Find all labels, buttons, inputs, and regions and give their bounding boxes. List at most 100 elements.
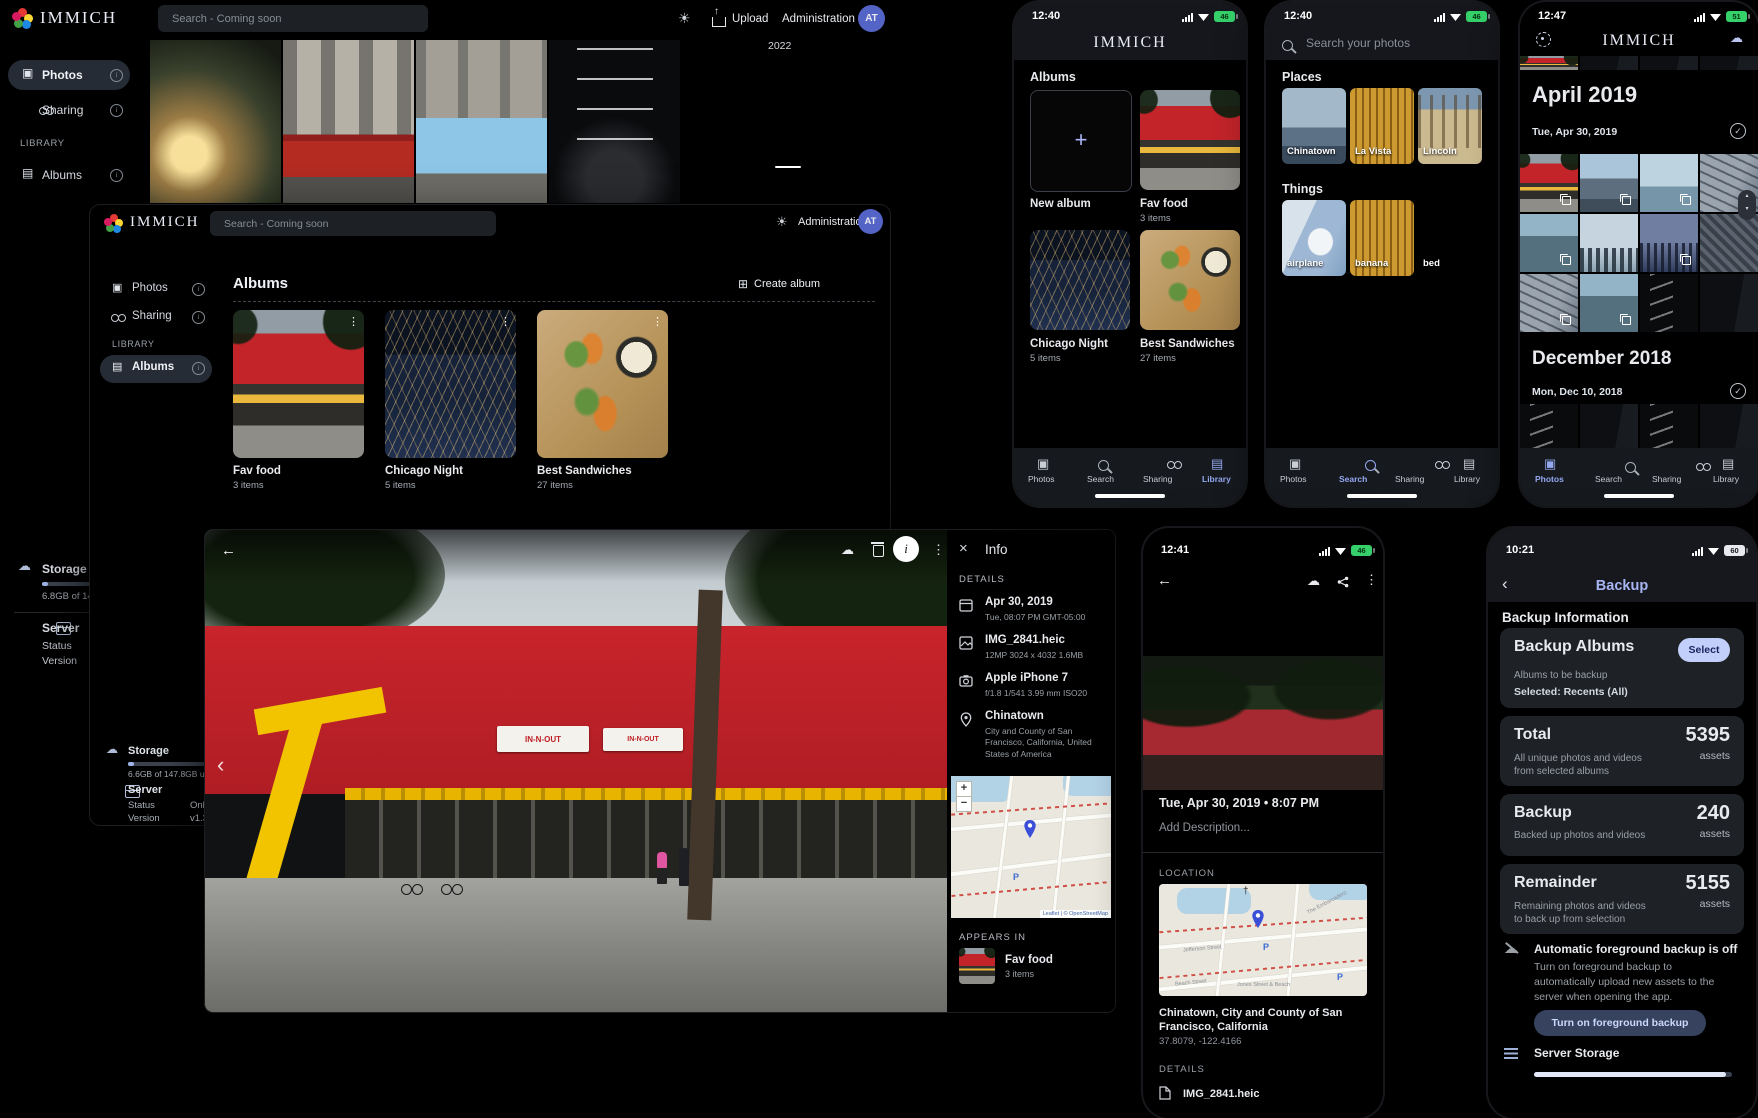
info-map[interactable]: P + − Leaflet | © OpenStreetMap <box>951 776 1111 918</box>
previous-asset-chevron[interactable]: ‹ <box>217 752 224 778</box>
album-card[interactable] <box>537 310 668 458</box>
sidebar-sharing-label[interactable]: Sharing <box>42 103 83 117</box>
album-name[interactable]: Best Sandwiches <box>1140 338 1235 350</box>
map-zoom-out-button[interactable]: − <box>956 796 972 812</box>
thing-thumbnail[interactable]: airplane <box>1282 200 1346 276</box>
photo-tile[interactable] <box>1700 214 1758 272</box>
album-name[interactable]: Chicago Night <box>1030 338 1108 350</box>
album-name[interactable]: Best Sandwiches <box>537 465 632 477</box>
nav-search-label[interactable]: Search <box>1339 474 1367 484</box>
nav-photos-icon[interactable]: ▣ <box>1544 456 1556 472</box>
album-more-icon[interactable]: ⋮ <box>500 315 511 328</box>
share-icon[interactable] <box>1337 576 1349 588</box>
trash-icon[interactable] <box>873 545 884 557</box>
search-input[interactable]: Search your photos <box>1306 36 1410 50</box>
photo-thumbnail[interactable] <box>283 40 414 203</box>
photo-tile[interactable] <box>1580 274 1638 332</box>
theme-toggle-sun-icon[interactable]: ☀ <box>678 10 691 27</box>
info-circle-icon[interactable]: i <box>110 104 123 117</box>
nav-search-label[interactable]: Search <box>1595 474 1622 484</box>
upload-cloud-icon[interactable]: ☁ <box>841 542 854 558</box>
sidebar-albums-label[interactable]: Albums <box>42 168 82 182</box>
photo-tile[interactable] <box>1700 404 1758 450</box>
photo-tile[interactable] <box>1640 274 1698 332</box>
photo-tile[interactable] <box>1580 404 1638 450</box>
location-map[interactable]: † Jefferson Street Beach Street The Emba… <box>1159 884 1367 996</box>
sidebar-photos-label[interactable]: Photos <box>132 282 168 294</box>
administration-link[interactable]: Administration <box>782 13 855 25</box>
more-icon[interactable]: ⋮ <box>1365 572 1378 588</box>
nav-search-icon[interactable] <box>1625 462 1636 473</box>
create-album-button[interactable]: Create album <box>754 278 820 290</box>
close-icon[interactable]: × <box>959 540 968 557</box>
thing-thumbnail[interactable]: banana <box>1350 200 1414 276</box>
info-circle-icon[interactable]: i <box>110 69 123 82</box>
nav-sharing-icon[interactable] <box>1696 462 1711 473</box>
nav-library-label[interactable]: Library <box>1454 474 1480 484</box>
album-card[interactable] <box>385 310 516 458</box>
backup-cloud-icon[interactable]: ☁ <box>1730 30 1743 46</box>
info-circle-icon[interactable]: i <box>192 311 205 324</box>
place-thumbnail[interactable]: Lincoln <box>1418 88 1482 164</box>
upload-cloud-icon[interactable]: ☁ <box>1307 573 1320 589</box>
search-input[interactable]: Search - Coming soon <box>210 211 496 236</box>
map-zoom-in-button[interactable]: + <box>956 781 972 797</box>
photo-thumbnail[interactable] <box>150 40 281 203</box>
place-thumbnail[interactable]: La Vista <box>1350 88 1414 164</box>
theme-toggle-sun-icon[interactable]: ☀ <box>776 214 788 230</box>
nav-photos-icon[interactable]: ▣ <box>1037 456 1049 472</box>
photo-thumbnail[interactable] <box>549 40 680 203</box>
info-circle-icon[interactable]: i <box>110 169 123 182</box>
photo-tile[interactable] <box>1520 404 1578 450</box>
album-card[interactable] <box>233 310 364 458</box>
description-input[interactable]: Add Description... <box>1159 822 1250 834</box>
nav-library-icon[interactable]: ▤ <box>1463 456 1475 472</box>
album-card[interactable] <box>1030 230 1130 330</box>
appears-in-album-name[interactable]: Fav food <box>1005 954 1053 966</box>
nav-sharing-label[interactable]: Sharing <box>1652 474 1681 484</box>
sidebar-sharing-label[interactable]: Sharing <box>132 310 172 322</box>
album-name[interactable]: Chicago Night <box>385 465 463 477</box>
nav-sharing-icon[interactable] <box>1167 460 1182 471</box>
nav-library-icon[interactable]: ▤ <box>1211 456 1223 472</box>
album-card[interactable] <box>1140 90 1240 190</box>
select-day-check-icon[interactable]: ✓ <box>1730 383 1746 399</box>
turn-on-backup-button[interactable]: Turn on foreground backup <box>1534 1010 1706 1036</box>
album-name[interactable]: Fav food <box>233 465 281 477</box>
nav-photos-icon[interactable]: ▣ <box>1289 456 1301 472</box>
photo-tile[interactable] <box>1520 214 1578 272</box>
more-icon[interactable]: ⋮ <box>932 542 945 558</box>
nav-sharing-label[interactable]: Sharing <box>1395 474 1424 484</box>
nav-library-label[interactable]: Library <box>1202 474 1231 484</box>
nav-sharing-icon[interactable] <box>1435 460 1450 471</box>
asset-photo[interactable] <box>1143 656 1383 790</box>
info-circle-icon[interactable]: i <box>192 362 205 375</box>
nav-search-icon[interactable] <box>1365 460 1376 471</box>
nav-library-label[interactable]: Library <box>1713 474 1739 484</box>
info-circle-icon[interactable]: i <box>192 283 205 296</box>
back-icon[interactable]: ← <box>1157 572 1172 589</box>
upload-tray-icon[interactable] <box>712 17 726 27</box>
select-day-check-icon[interactable]: ✓ <box>1730 123 1746 139</box>
search-input[interactable]: Search - Coming soon <box>158 5 428 32</box>
upload-button[interactable]: Upload <box>732 13 768 25</box>
photo-tile[interactable] <box>1580 154 1638 212</box>
photo-tile[interactable] <box>1700 274 1758 332</box>
timeline-scrubber[interactable]: ▴▾ <box>1738 190 1756 220</box>
album-more-icon[interactable]: ⋮ <box>652 315 663 328</box>
select-button[interactable]: Select <box>1678 638 1730 662</box>
photo-tile[interactable] <box>1520 154 1578 212</box>
nav-search-icon[interactable] <box>1098 460 1109 471</box>
appears-in-thumbnail[interactable] <box>959 948 995 984</box>
photo-tile[interactable] <box>1640 154 1698 212</box>
timeline-scrubber[interactable] <box>775 166 801 168</box>
nav-library-icon[interactable]: ▤ <box>1722 456 1734 472</box>
photo-tile[interactable] <box>1520 274 1578 332</box>
thing-thumbnail[interactable]: bed <box>1418 200 1482 276</box>
nav-search-label[interactable]: Search <box>1087 474 1114 484</box>
info-button-active[interactable]: i <box>893 536 919 562</box>
album-more-icon[interactable]: ⋮ <box>348 315 359 328</box>
new-album-card[interactable]: + <box>1030 90 1132 192</box>
photo-tile[interactable] <box>1580 214 1638 272</box>
photo-thumbnail[interactable] <box>416 40 547 203</box>
